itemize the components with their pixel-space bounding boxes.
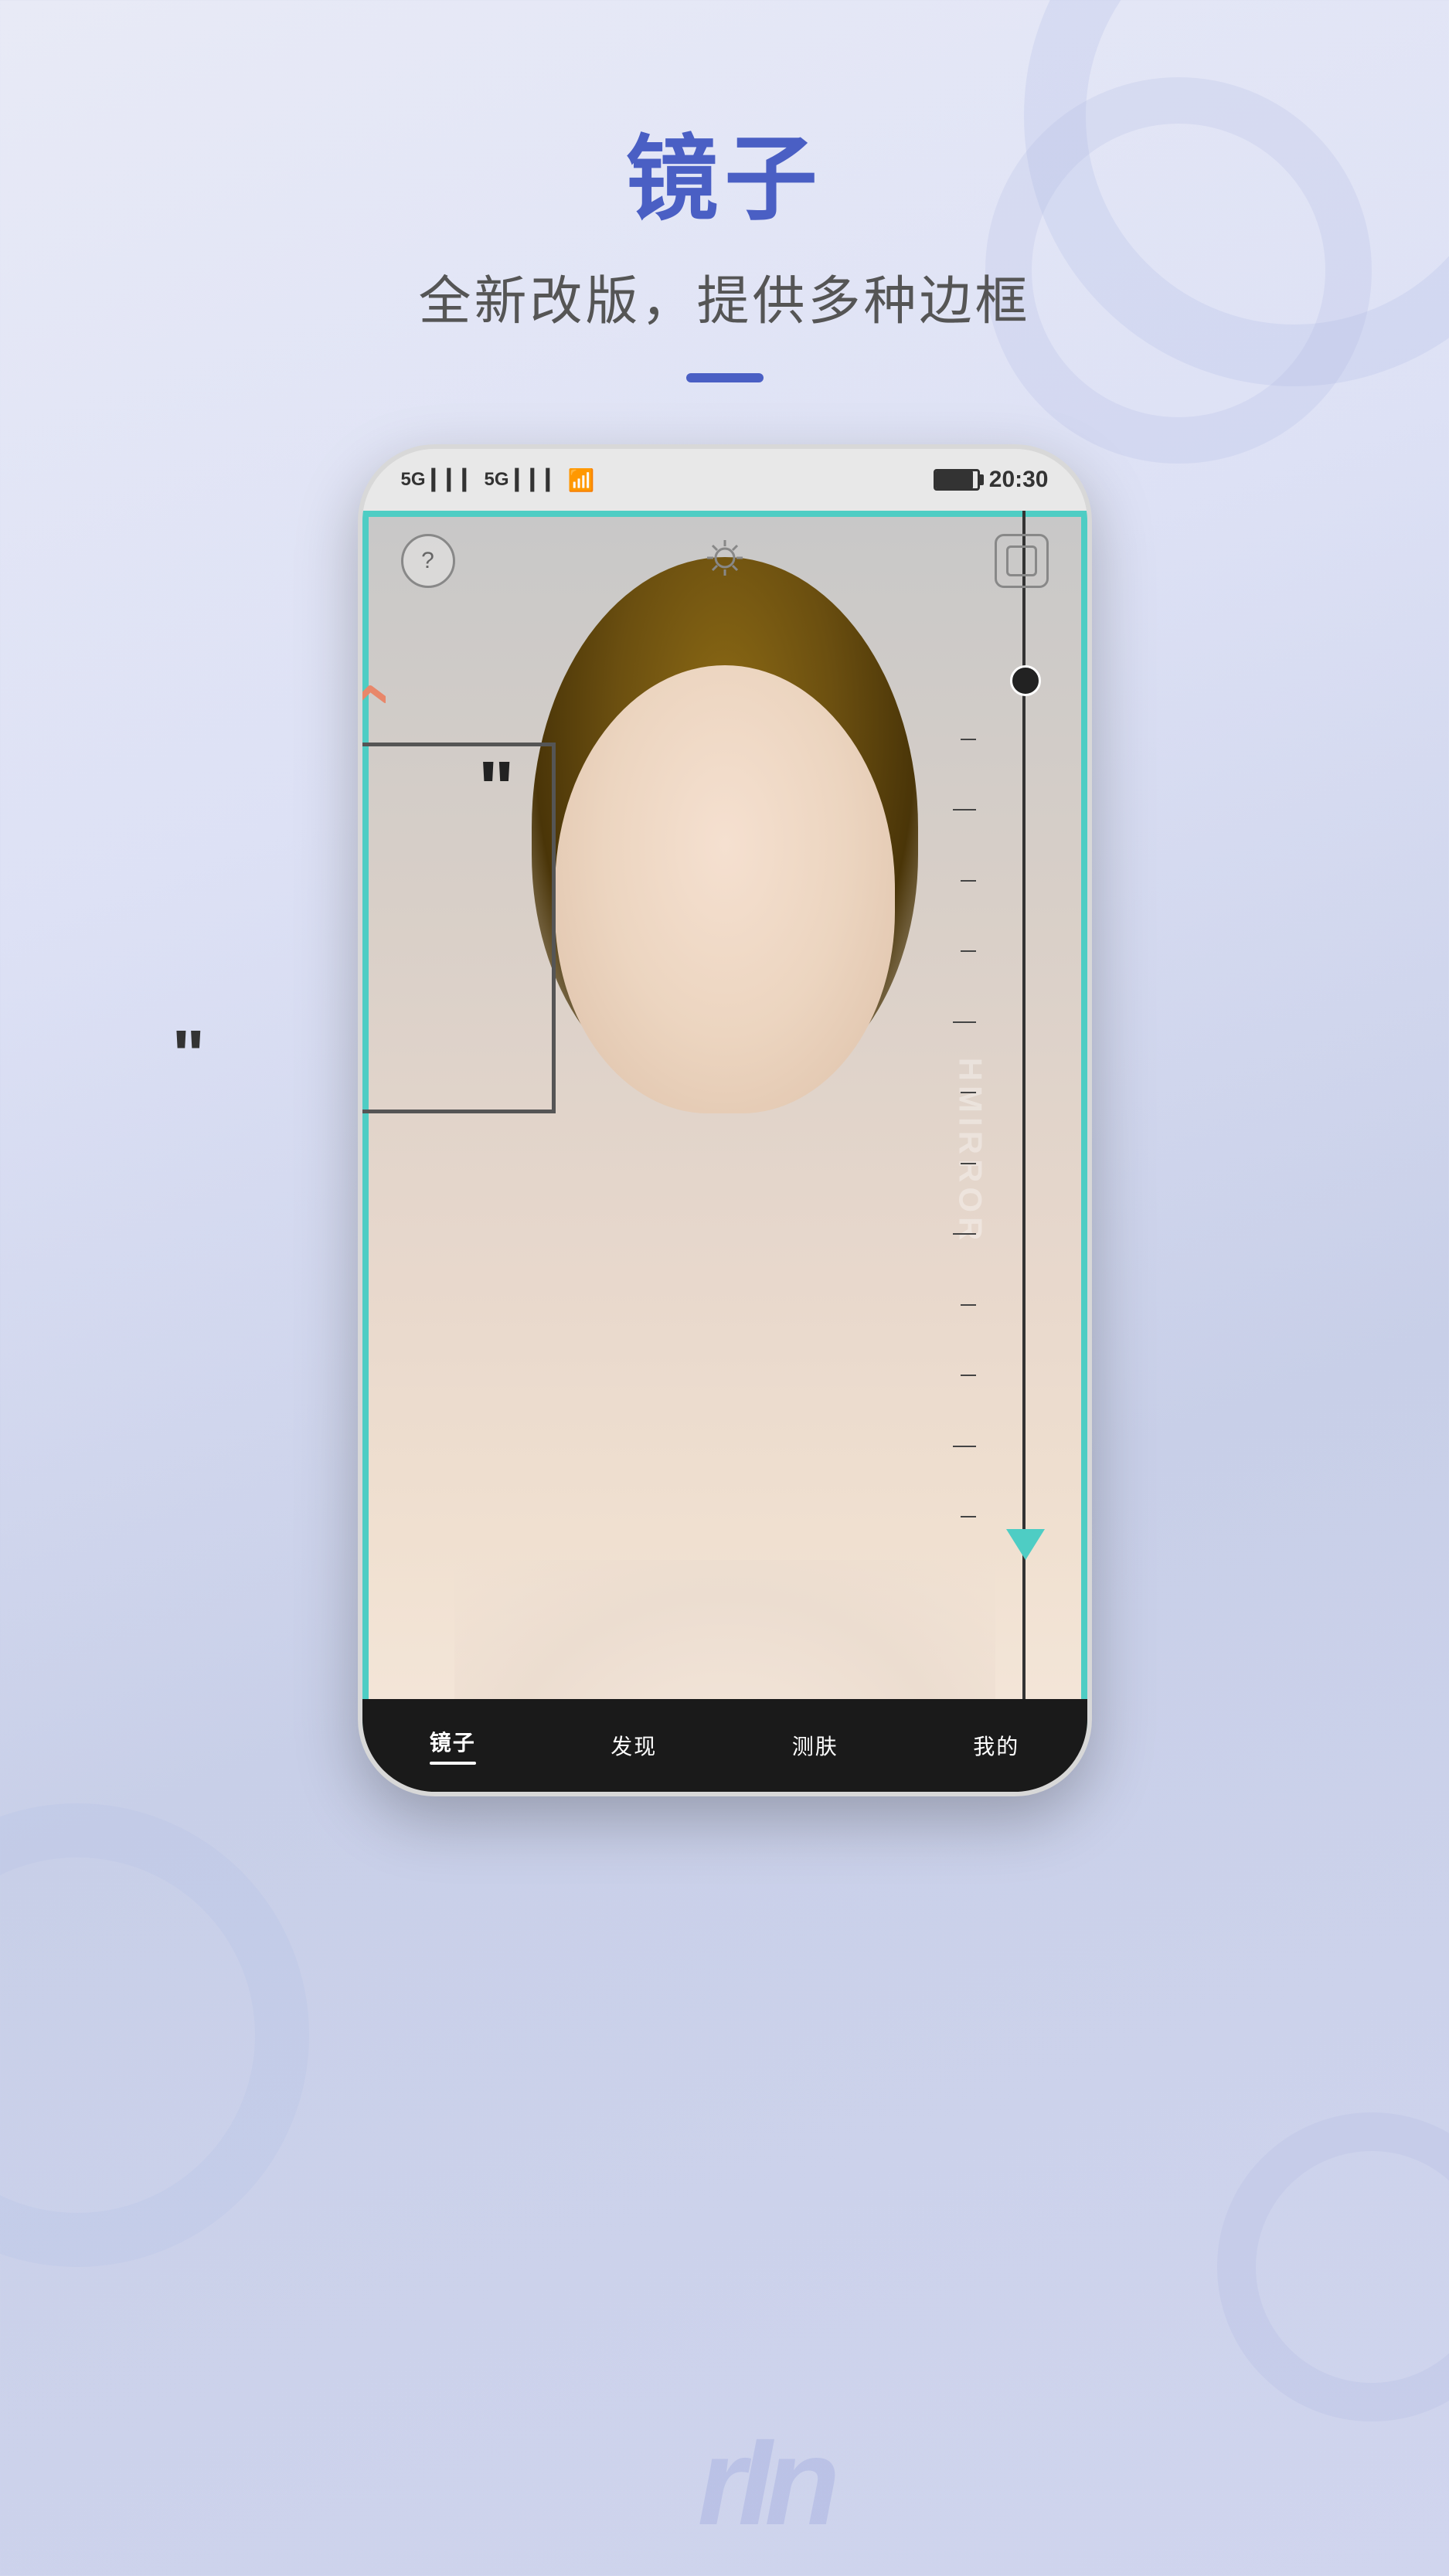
tick-6: [961, 1092, 976, 1093]
tab-active-indicator: [430, 1762, 476, 1765]
tab-discover[interactable]: 发现: [543, 1730, 725, 1761]
tick-1: [961, 739, 976, 740]
tick-3: [961, 880, 976, 882]
bg-decoration-4: [1217, 2112, 1449, 2421]
signal-bars-2-icon: ▎▎▎: [515, 468, 562, 492]
tick-9: [961, 1304, 976, 1306]
signal-bars-icon: ▎▎▎: [432, 468, 478, 492]
ruler-ticks: [976, 704, 1022, 1552]
battery-fill: [936, 471, 974, 488]
brightness-button[interactable]: [706, 539, 744, 584]
tab-profile-label: 我的: [973, 1730, 1019, 1761]
header: 镜子 全新改版，提供多种边框: [0, 0, 1449, 382]
help-button[interactable]: ?: [401, 534, 455, 588]
tick-8: [953, 1233, 976, 1235]
square-inner-icon: [1006, 545, 1037, 576]
signal-5g-left: 5G: [401, 469, 426, 491]
tick-7: [961, 1163, 976, 1164]
phone-container: 5G ▎▎▎ 5G ▎▎▎ 📶 20:30: [261, 444, 1189, 1796]
tab-mirror[interactable]: 镜子: [362, 1726, 544, 1765]
squiggle-decoration: [362, 681, 386, 727]
title-divider: [686, 373, 764, 382]
tab-skin-label: 测肤: [792, 1730, 838, 1761]
squiggle-svg: [362, 681, 386, 727]
wifi-icon: 📶: [568, 467, 595, 493]
signal-5g-right: 5G: [485, 469, 509, 491]
mirror-top-icons: ?: [362, 534, 1087, 588]
mirror-content: ?: [362, 511, 1087, 1792]
quote-mark-outside: ": [172, 1016, 206, 1096]
ruler-triangle-handle[interactable]: [1006, 1529, 1045, 1560]
app-title: 镜子: [0, 124, 1449, 235]
quote-frame-decoration: [362, 743, 556, 1113]
battery-icon: [934, 469, 980, 491]
tick-4: [961, 950, 976, 952]
tab-profile[interactable]: 我的: [906, 1730, 1087, 1761]
phone-frame: 5G ▎▎▎ 5G ▎▎▎ 📶 20:30: [358, 444, 1092, 1796]
tick-12: [961, 1516, 976, 1517]
tab-skin[interactable]: 测肤: [725, 1730, 906, 1761]
status-left: 5G ▎▎▎ 5G ▎▎▎ 📶: [401, 467, 595, 493]
bg-decoration-3: [0, 1803, 309, 2267]
screen-capture-button[interactable]: [995, 534, 1049, 588]
tick-2: [953, 809, 976, 811]
sun-icon-svg: [706, 539, 744, 577]
status-right: 20:30: [934, 467, 1049, 493]
bottom-tab-bar: 镜子 发现 测肤 我的: [362, 1699, 1087, 1792]
status-bar: 5G ▎▎▎ 5G ▎▎▎ 📶 20:30: [362, 449, 1087, 511]
tick-10: [961, 1375, 976, 1376]
ruler-circle-handle[interactable]: [1010, 665, 1041, 696]
tick-5: [953, 1021, 976, 1023]
bottom-rin-watermark: rIn: [698, 2411, 832, 2553]
app-subtitle: 全新改版，提供多种边框: [0, 258, 1449, 335]
tab-mirror-label: 镜子: [430, 1726, 476, 1757]
tab-discover-label: 发现: [611, 1730, 657, 1761]
quote-mark-inside: ": [478, 750, 515, 828]
question-icon: ?: [421, 548, 434, 574]
face-oval: [555, 665, 895, 1113]
time-display: 20:30: [989, 467, 1049, 493]
tick-11: [953, 1446, 976, 1447]
